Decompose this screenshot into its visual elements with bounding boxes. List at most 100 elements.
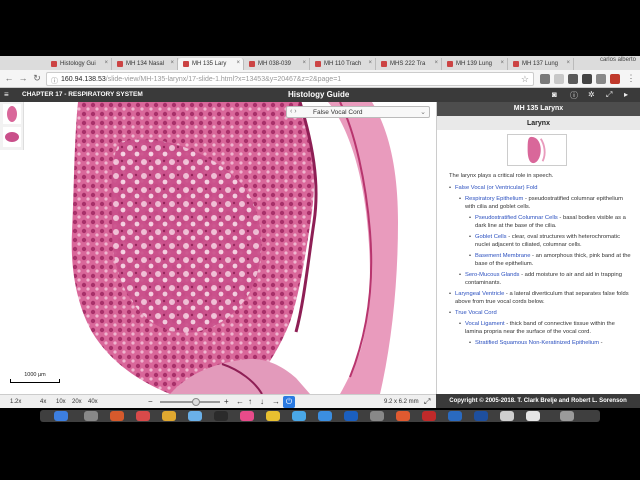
term-link[interactable]: Pseudostratified Columnar Cells xyxy=(475,215,558,221)
camera-icon[interactable]: ◙ xyxy=(552,90,557,99)
browser-tab[interactable]: MH 134 Nasal × xyxy=(112,58,178,70)
close-icon[interactable]: × xyxy=(434,60,438,66)
close-panel-icon[interactable]: ▸ xyxy=(624,90,628,99)
zoom-10x-button[interactable]: 10x xyxy=(56,399,66,405)
app-store-icon[interactable] xyxy=(292,411,306,421)
close-icon[interactable]: × xyxy=(368,60,372,66)
browser-tab[interactable]: MH 139 Lung × xyxy=(442,58,508,70)
histology-slide-image[interactable] xyxy=(0,102,436,394)
app-icon[interactable] xyxy=(110,411,124,421)
music-icon[interactable] xyxy=(240,411,254,421)
zoom-in-icon[interactable]: + xyxy=(224,397,229,406)
browser-tab[interactable]: MH 110 Trach × xyxy=(310,58,376,70)
browser-tab-active[interactable]: MH 135 Lary × xyxy=(178,58,244,70)
pan-up-icon[interactable]: ↑ xyxy=(248,397,252,406)
calendar-icon[interactable] xyxy=(136,411,150,421)
zoom-20x-button[interactable]: 20x xyxy=(72,399,82,405)
app-icon[interactable] xyxy=(500,411,514,421)
list-item: Basement Membrane - an amorphous thick, … xyxy=(469,252,633,268)
close-icon[interactable]: × xyxy=(500,60,504,66)
info-icon[interactable]: ⓘ xyxy=(51,76,58,85)
term-link[interactable]: True Vocal Cord xyxy=(455,310,497,316)
word-icon[interactable] xyxy=(448,411,462,421)
pan-left-icon[interactable]: ← xyxy=(236,397,244,406)
term-link[interactable]: Basement Membrane xyxy=(475,253,530,259)
home-view-icon[interactable]: ⏻ xyxy=(283,396,295,408)
reload-icon[interactable]: ↻ xyxy=(32,73,42,84)
term-link[interactable]: Vocal Ligament xyxy=(465,321,505,327)
extension-icon[interactable] xyxy=(540,74,550,84)
term-link[interactable]: False Vocal (or Ventricular) Fold xyxy=(455,185,537,191)
finder-icon[interactable] xyxy=(54,411,68,421)
annotation-select[interactable]: ‹ › False Vocal Cord ⌄ xyxy=(286,106,430,118)
list-item: Laryngeal Ventricle - a lateral divertic… xyxy=(449,290,633,306)
chrome-icon[interactable] xyxy=(266,411,280,421)
tab-title: Histology Gui xyxy=(60,61,96,67)
term-link[interactable]: Laryngeal Ventricle xyxy=(455,291,504,297)
close-icon[interactable]: × xyxy=(236,60,240,66)
expand-icon[interactable]: ⤢ xyxy=(424,397,430,407)
extension-icon[interactable] xyxy=(582,74,592,84)
zoom-current: 1.2x xyxy=(10,399,22,405)
browser-tab[interactable]: Histology Gui × xyxy=(46,58,112,70)
extension-icon[interactable] xyxy=(596,74,606,84)
browser-tab[interactable]: MH 038-039 × xyxy=(244,58,310,70)
info-icon[interactable]: ⓘ xyxy=(570,90,578,101)
term-link[interactable]: Sero-Mucous Glands xyxy=(465,272,519,278)
zoom-toolbar: 1.2x 4x 10x 20x 40x − + ← ↑ ↓ → ⏻ 9.2 x … xyxy=(0,394,436,408)
app-icon[interactable] xyxy=(526,411,540,421)
close-icon[interactable]: × xyxy=(104,60,108,66)
larynx-thumbnail-image[interactable] xyxy=(507,134,567,166)
settings-icon[interactable] xyxy=(370,411,384,421)
app-icon[interactable] xyxy=(344,411,358,421)
close-icon[interactable]: × xyxy=(302,60,306,66)
favicon-icon xyxy=(51,61,57,67)
slide-thumbnail[interactable] xyxy=(3,104,21,124)
bookmark-star-icon[interactable]: ☆ xyxy=(521,74,529,85)
app-icon[interactable] xyxy=(422,411,436,421)
browser-tab[interactable]: MH 137 Lung × xyxy=(508,58,574,70)
app-icon[interactable] xyxy=(214,411,228,421)
menu-kebab-icon[interactable]: ⋮ xyxy=(626,73,636,84)
back-icon[interactable]: ← xyxy=(4,73,14,83)
extension-icon[interactable] xyxy=(568,74,578,84)
browser-tab[interactable]: MHS 222 Tra × xyxy=(376,58,442,70)
trash-icon[interactable] xyxy=(560,411,574,421)
photos-icon[interactable] xyxy=(188,411,202,421)
app-icon[interactable] xyxy=(396,411,410,421)
safari-icon[interactable] xyxy=(318,411,332,421)
zoom-slider-handle[interactable] xyxy=(192,398,200,406)
app-icon[interactable] xyxy=(474,411,488,421)
app-title[interactable]: Histology Guide xyxy=(288,90,349,99)
zoom-out-icon[interactable]: − xyxy=(148,397,153,406)
pan-down-icon[interactable]: ↓ xyxy=(260,397,264,406)
extension-icon[interactable] xyxy=(554,74,564,84)
extension-icon[interactable] xyxy=(610,74,620,84)
address-bar[interactable]: ⓘ 160.94.138.53/slide-view/MH-135-larynx… xyxy=(46,72,534,86)
profile-name[interactable]: carlos alberto xyxy=(600,57,636,63)
slide-viewer[interactable]: ‹ › False Vocal Cord ⌄ 1000 µm xyxy=(0,102,436,394)
close-icon[interactable]: × xyxy=(566,60,570,66)
term-link[interactable]: Stratified Squamous Non-Keratinized Epit… xyxy=(475,340,599,346)
prev-next-icon[interactable]: ‹ › xyxy=(290,108,297,115)
tab-title: MH 135 Lary xyxy=(192,61,227,67)
settings-icon[interactable]: ✲ xyxy=(588,90,595,99)
browser-toolbar: ← → ↻ ⓘ 160.94.138.53/slide-view/MH-135-… xyxy=(0,70,640,88)
launchpad-icon[interactable] xyxy=(84,411,98,421)
favicon-icon xyxy=(183,61,189,67)
zoom-4x-button[interactable]: 4x xyxy=(40,399,46,405)
zoom-slider[interactable] xyxy=(160,401,220,403)
close-icon[interactable]: × xyxy=(170,60,174,66)
chapter-title[interactable]: CHAPTER 17 - RESPIRATORY SYSTEM xyxy=(22,91,143,98)
pan-right-icon[interactable]: → xyxy=(272,397,280,406)
hamburger-menu-icon[interactable]: ≡ xyxy=(4,90,9,99)
notes-icon[interactable] xyxy=(162,411,176,421)
fullscreen-icon[interactable]: ⤢ xyxy=(606,90,612,100)
term-link[interactable]: Goblet Cells xyxy=(475,234,507,240)
chevron-down-icon: ⌄ xyxy=(420,109,426,116)
zoom-40x-button[interactable]: 40x xyxy=(88,399,98,405)
list-item: Pseudostratified Columnar Cells - basal … xyxy=(469,214,633,230)
term-link[interactable]: Respiratory Epithelium xyxy=(465,196,523,202)
forward-icon[interactable]: → xyxy=(18,73,28,83)
slide-thumbnail[interactable] xyxy=(3,127,21,147)
